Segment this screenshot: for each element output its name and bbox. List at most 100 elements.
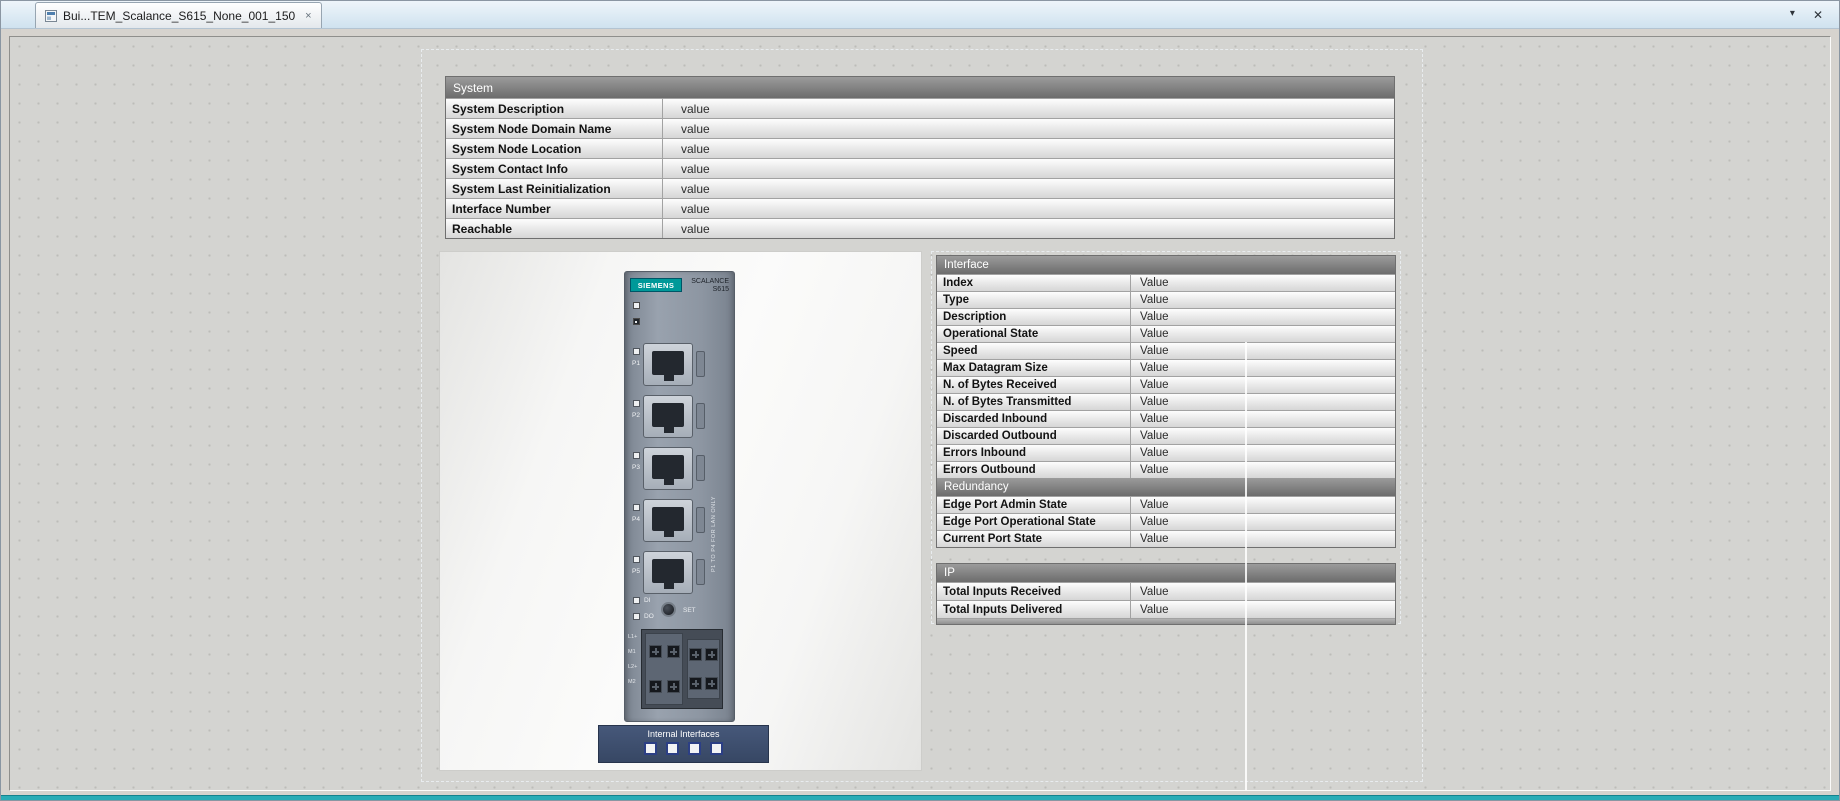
row-value-field[interactable]: Value — [1131, 497, 1395, 513]
interface-table[interactable]: Interface Index Value Type Value — [936, 255, 1396, 548]
table-row: Discarded Inbound Value — [937, 410, 1395, 427]
window-close-icon[interactable]: ✕ — [1813, 8, 1823, 22]
ip-table[interactable]: IP Total Inputs Received Value Total Inp… — [936, 563, 1396, 625]
port-label: P4 — [632, 516, 640, 523]
internal-interfaces-indicators — [599, 742, 768, 755]
table-row: System Last Reinitialization value — [446, 178, 1394, 198]
row-label: Reachable — [446, 219, 663, 238]
port-latch — [696, 507, 705, 533]
row-label: N. of Bytes Transmitted — [937, 394, 1131, 410]
row-label: System Node Location — [446, 139, 663, 158]
do-label: DO — [644, 613, 654, 620]
internal-interface-indicator — [666, 742, 679, 755]
terminal-pin — [705, 648, 718, 661]
siemens-logo: SIEMENS — [630, 278, 682, 292]
table-row: Interface Number value — [446, 198, 1394, 218]
row-value-field[interactable]: Value — [1131, 326, 1395, 342]
port-led-indicator — [633, 504, 640, 511]
io-connector — [687, 639, 720, 699]
ip-table-footer — [937, 618, 1395, 624]
terminal-pin — [667, 645, 680, 658]
row-value-field[interactable]: Value — [1131, 394, 1395, 410]
row-value-field[interactable]: Value — [1131, 377, 1395, 393]
table-row: Speed Value — [937, 342, 1395, 359]
row-value-field[interactable]: Value — [1131, 514, 1395, 530]
row-value-field[interactable]: value — [663, 179, 1394, 198]
table-row: Discarded Outbound Value — [937, 427, 1395, 444]
table-row: Current Port State Value — [937, 530, 1395, 547]
row-label: Speed — [937, 343, 1131, 359]
row-label: Edge Port Admin State — [937, 497, 1131, 513]
terminal-pin — [705, 677, 718, 690]
row-value-field[interactable]: Value — [1131, 309, 1395, 325]
row-value-field[interactable]: Value — [1131, 462, 1395, 478]
terminal-label: L1+ — [628, 634, 637, 640]
row-value-field[interactable]: value — [663, 119, 1394, 138]
row-label: Total Inputs Received — [937, 583, 1131, 600]
row-value-field[interactable]: Value — [1131, 275, 1395, 291]
redundancy-subheader: Redundancy — [937, 478, 1395, 496]
workspace: System System Description value System N… — [1, 29, 1839, 795]
table-row: Type Value — [937, 291, 1395, 308]
row-label: N. of Bytes Received — [937, 377, 1131, 393]
scalance-device: SIEMENS SCALANCE S615 P1 — [624, 271, 735, 722]
device-image-panel[interactable]: SIEMENS SCALANCE S615 P1 — [439, 251, 922, 771]
table-row: System Description value — [446, 98, 1394, 118]
table-row: Total Inputs Received Value — [937, 582, 1395, 600]
faceplate-icon — [45, 10, 57, 22]
row-label: Edge Port Operational State — [937, 514, 1131, 530]
row-label: Operational State — [937, 326, 1131, 342]
ethernet-port: P3 — [625, 446, 736, 491]
power-led-indicator — [633, 302, 640, 309]
ethernet-port: P4 — [625, 498, 736, 543]
port-led-indicator — [633, 556, 640, 563]
row-value-field[interactable]: Value — [1131, 601, 1395, 618]
row-value-field[interactable]: Value — [1131, 583, 1395, 600]
row-value-field[interactable]: value — [663, 139, 1394, 158]
row-value-field[interactable]: Value — [1131, 411, 1395, 427]
model-line1: SCALANCE — [684, 278, 729, 286]
row-label: System Description — [446, 99, 663, 118]
row-label: Interface Number — [446, 199, 663, 218]
design-canvas[interactable]: System System Description value System N… — [9, 36, 1831, 791]
system-table-header: System — [446, 77, 1394, 98]
row-value-field[interactable]: Value — [1131, 531, 1395, 547]
terminal-block — [641, 629, 723, 709]
port-label: P2 — [632, 412, 640, 419]
rj45-jack — [643, 395, 693, 438]
table-row: Edge Port Admin State Value — [937, 496, 1395, 513]
terminal-pin — [649, 645, 662, 658]
row-label: Discarded Inbound — [937, 411, 1131, 427]
document-tab[interactable]: Bui...TEM_Scalance_S615_None_001_150 × — [35, 2, 322, 28]
row-label: Type — [937, 292, 1131, 308]
row-value-field[interactable]: Value — [1131, 445, 1395, 461]
row-value-field[interactable]: Value — [1131, 292, 1395, 308]
row-value-field[interactable]: Value — [1131, 343, 1395, 359]
port-led-indicator — [633, 452, 640, 459]
table-row: N. of Bytes Received Value — [937, 376, 1395, 393]
row-value-field[interactable]: Value — [1131, 428, 1395, 444]
port-stack: P1 P2 — [625, 342, 736, 595]
tab-close-icon[interactable]: × — [305, 10, 311, 22]
row-value-field[interactable]: value — [663, 219, 1394, 238]
table-row: Edge Port Operational State Value — [937, 513, 1395, 530]
device-model-label: SCALANCE S615 — [684, 278, 731, 295]
system-table[interactable]: System System Description value System N… — [445, 76, 1395, 239]
di-label: DI — [644, 597, 651, 604]
table-row: Description Value — [937, 308, 1395, 325]
rj45-jack — [643, 343, 693, 386]
terminal-pin — [689, 648, 702, 661]
port-latch — [696, 559, 705, 585]
row-value-field[interactable]: value — [663, 199, 1394, 218]
row-value-field[interactable]: Value — [1131, 360, 1395, 376]
row-value-field[interactable]: value — [663, 99, 1394, 118]
row-label: Current Port State — [937, 531, 1131, 547]
table-row: System Contact Info value — [446, 158, 1394, 178]
ip-table-header: IP — [937, 564, 1395, 582]
table-row: System Node Domain Name value — [446, 118, 1394, 138]
tab-title: Bui...TEM_Scalance_S615_None_001_150 — [63, 9, 295, 23]
tab-list-chevron-icon[interactable]: ▾ — [1790, 8, 1795, 22]
internal-interface-indicator — [688, 742, 701, 755]
row-value-field[interactable]: value — [663, 159, 1394, 178]
internal-interfaces-bar: Internal Interfaces — [598, 725, 769, 763]
